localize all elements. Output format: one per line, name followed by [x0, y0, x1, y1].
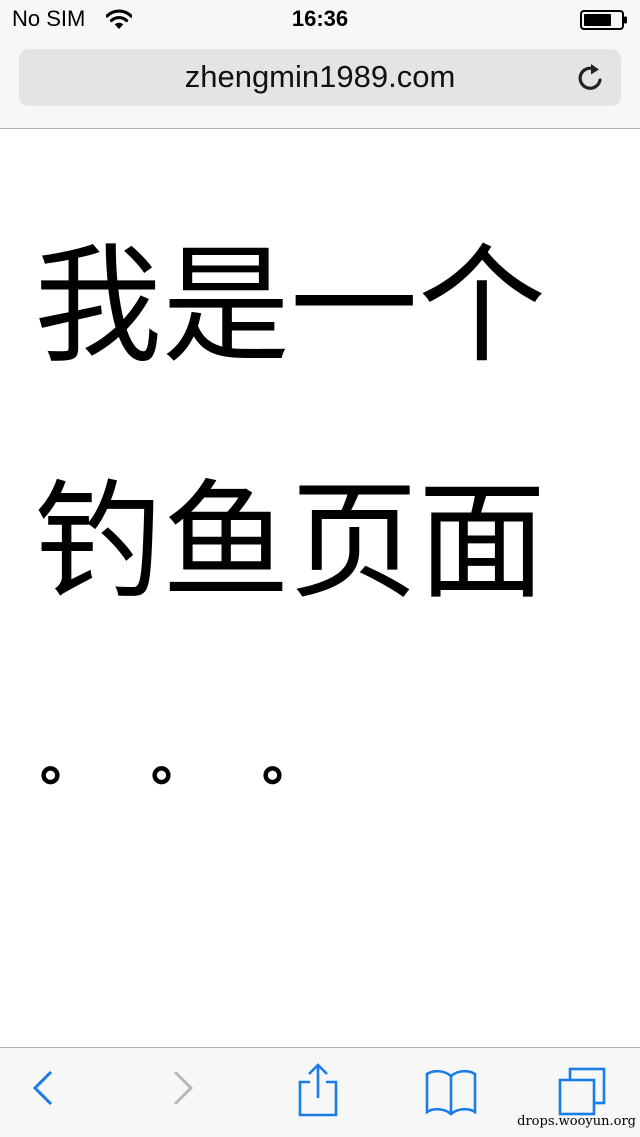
forward-button[interactable]: [170, 1066, 196, 1110]
share-button[interactable]: [294, 1062, 342, 1118]
book-icon: [425, 1069, 477, 1116]
back-button[interactable]: [30, 1066, 56, 1110]
watermark: drops.wooyun.org: [517, 1114, 636, 1129]
web-content: 我是一个钓鱼页面 。。。: [0, 129, 640, 1047]
chevron-right-icon: [173, 1070, 194, 1106]
address-bar[interactable]: zhengmin1989.com: [19, 49, 621, 106]
ellipsis-text: 。。。: [40, 730, 400, 793]
status-bar: No SIM 16:36: [0, 0, 640, 40]
share-icon: [298, 1063, 338, 1117]
url-text[interactable]: zhengmin1989.com: [19, 59, 621, 95]
reload-icon[interactable]: [575, 62, 607, 94]
battery-icon: [580, 10, 627, 30]
tabs-icon: [558, 1067, 606, 1116]
bottom-toolbar: drops.wooyun.org: [0, 1047, 640, 1137]
chevron-left-icon: [32, 1070, 53, 1106]
clock: 16:36: [291, 6, 349, 31]
address-bar-area: zhengmin1989.com: [0, 40, 640, 129]
tabs-button[interactable]: [556, 1066, 608, 1118]
bookmarks-button[interactable]: [424, 1068, 478, 1116]
page-heading: 我是一个钓鱼页面: [34, 232, 547, 617]
